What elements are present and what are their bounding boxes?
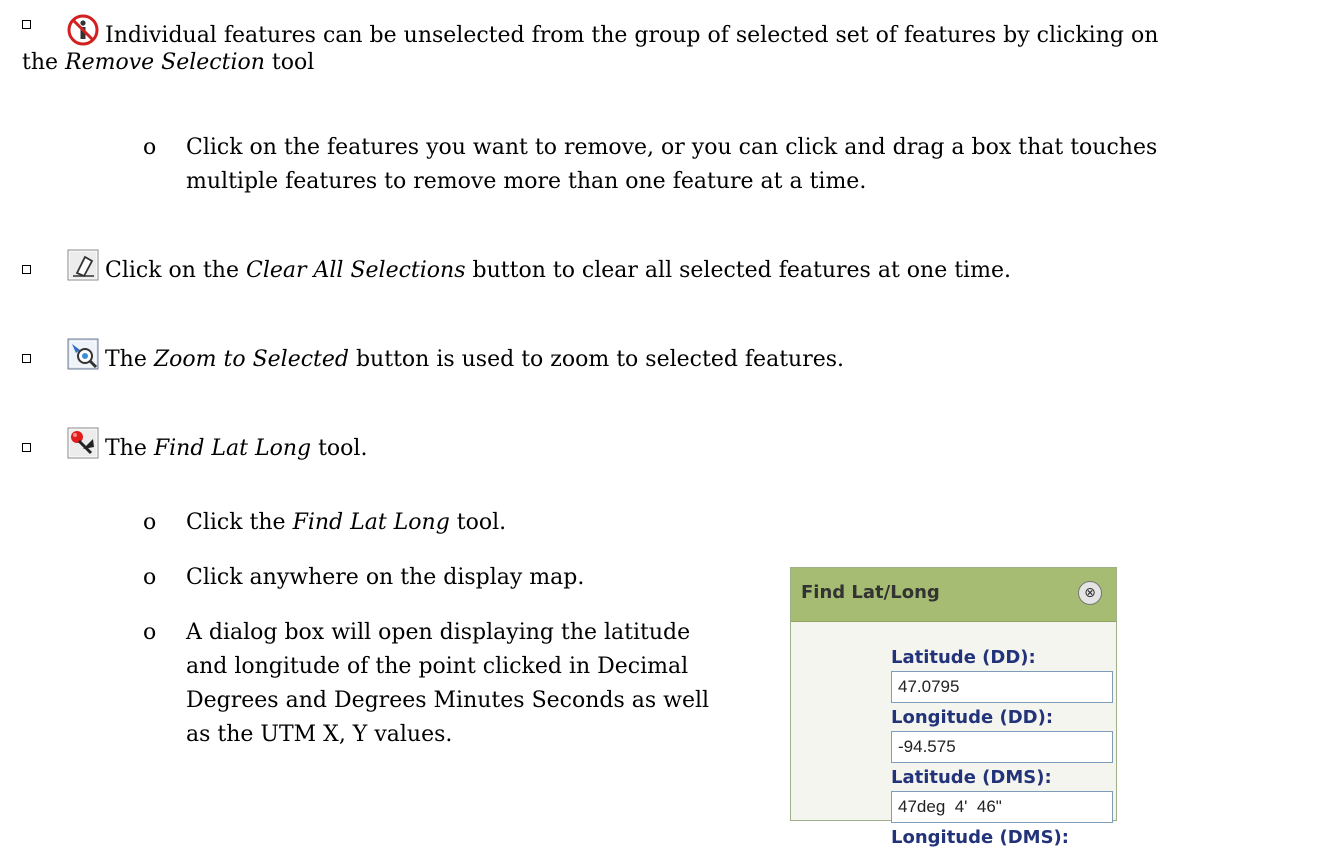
bullet-box [22, 443, 31, 452]
clear-all-selections-icon [67, 249, 99, 281]
remove-selection-tool-name: Remove Selection [65, 50, 265, 75]
bullet-box [22, 354, 31, 363]
latitude-dd-label: Latitude (DD): [891, 647, 1036, 668]
longitude-dd-label: Longitude (DD): [891, 707, 1054, 728]
dialog-header: Find Lat/Long ⊗ [791, 568, 1116, 622]
longitude-dd-field[interactable]: -94.575 [891, 731, 1113, 763]
bullet-box [22, 265, 31, 274]
close-icon[interactable]: ⊗ [1078, 581, 1102, 605]
zoom-to-selected-icon [67, 338, 99, 370]
remove-selection-line2: the Remove Selection tool [22, 50, 315, 75]
document-page: Individual features can be unselected fr… [0, 0, 1344, 848]
remove-selection-text: Individual features can be unselected fr… [105, 23, 1159, 48]
longitude-dms-label: Longitude (DMS): [891, 827, 1069, 848]
find-lat-long-tool-name: Find Lat Long [153, 436, 312, 461]
clear-all-selections-tool-name: Clear All Selections [245, 258, 466, 283]
bullet-box [22, 20, 31, 29]
find-lat-long-icon [67, 427, 99, 459]
latitude-dms-field[interactable]: 47deg 4' 46" [891, 791, 1113, 823]
remove-selection-icon [67, 14, 99, 46]
zoom-to-selected-tool-name: Zoom to Selected [153, 347, 349, 372]
latitude-dd-field[interactable]: 47.0795 [891, 671, 1113, 703]
dialog-title: Find Lat/Long [801, 582, 940, 603]
find-lat-long-dialog: Find Lat/Long ⊗ Latitude (DD): 47.0795 L… [790, 567, 1117, 848]
latitude-dms-label: Latitude (DMS): [891, 767, 1052, 788]
dialog-body: Latitude (DD): 47.0795 Longitude (DD): -… [891, 645, 1113, 851]
